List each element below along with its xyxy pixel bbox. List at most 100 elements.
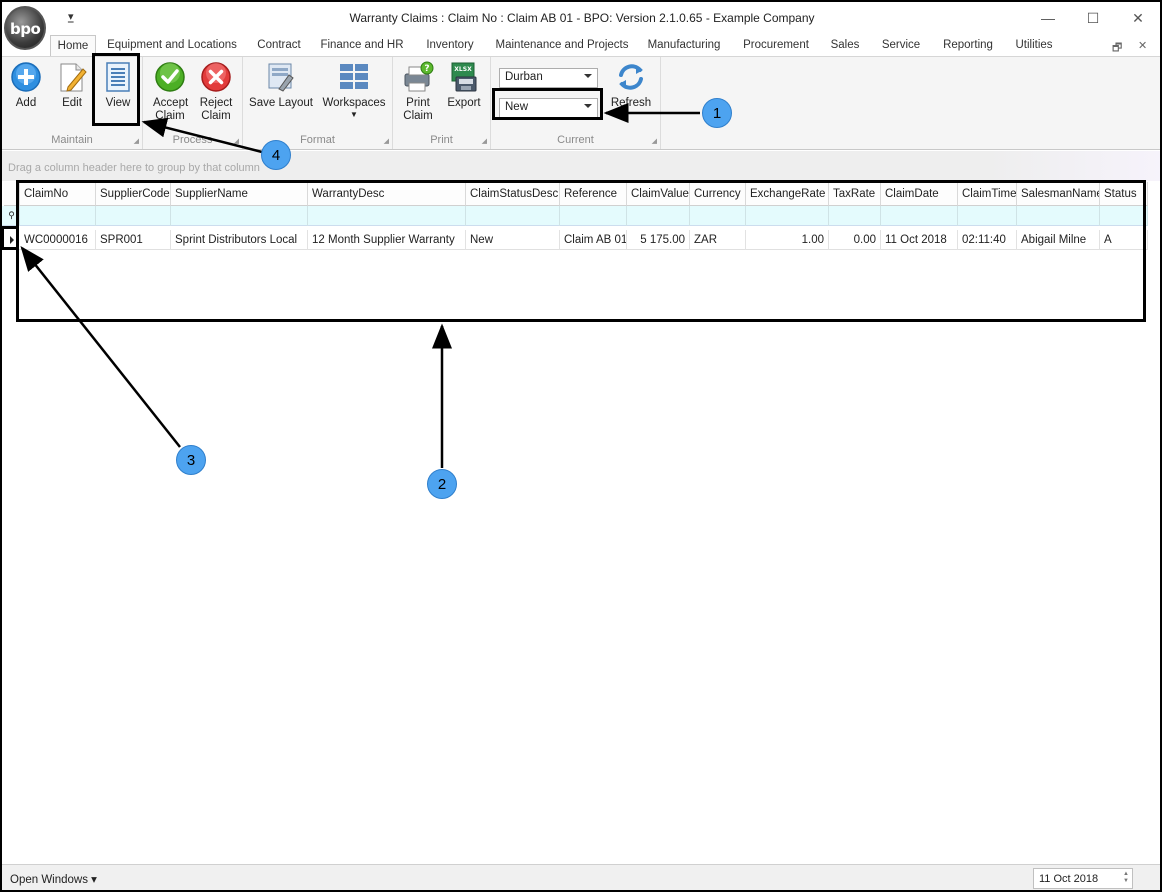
group-by-panel[interactable]: Drag a column header here to group by th…: [2, 151, 1160, 181]
save-layout-button[interactable]: Save Layout: [249, 61, 313, 110]
save-layout-label: Save Layout: [249, 97, 313, 109]
print-claim-button[interactable]: ? Print Claim: [397, 61, 439, 123]
column-header-reference[interactable]: Reference: [560, 182, 627, 206]
cell-status[interactable]: A: [1100, 230, 1148, 250]
column-header-suppliername[interactable]: SupplierName: [171, 182, 308, 206]
cell-claimdate[interactable]: 11 Oct 2018: [881, 230, 958, 250]
cell-salesmanname[interactable]: Abigail Milne: [1017, 230, 1100, 250]
filter-cell[interactable]: [1017, 206, 1100, 226]
tab-reporting[interactable]: Reporting: [936, 38, 1000, 57]
column-header-claimdate[interactable]: ClaimDate: [881, 182, 958, 206]
cell-exchangerate[interactable]: 1.00: [746, 230, 829, 250]
open-windows-button[interactable]: Open Windows ▾: [10, 872, 97, 886]
group-label-maintain: Maintain: [51, 134, 93, 146]
maintain-launcher-icon[interactable]: ◢: [134, 137, 139, 145]
column-header-salesmanname[interactable]: SalesmanName: [1017, 182, 1100, 206]
view-button[interactable]: View: [98, 61, 138, 110]
cell-reference[interactable]: Claim AB 01: [560, 230, 627, 250]
filter-cell[interactable]: [829, 206, 881, 226]
export-label: Export: [447, 97, 481, 109]
column-header-taxrate[interactable]: TaxRate: [829, 182, 881, 206]
filter-cell[interactable]: [627, 206, 690, 226]
cell-warrantydesc[interactable]: 12 Month Supplier Warranty: [308, 230, 466, 250]
view-label: View: [105, 97, 131, 109]
row-indicator[interactable]: [4, 230, 18, 250]
close-icon[interactable]: ✕: [1125, 8, 1151, 28]
xlsx-badge: XLSX: [454, 66, 472, 73]
column-header-claimvalue[interactable]: ClaimValue: [627, 182, 690, 206]
reject-claim-label: Reject Claim: [199, 97, 233, 122]
close-document-icon[interactable]: ✕: [1138, 39, 1147, 52]
export-button[interactable]: XLSX Export: [443, 61, 485, 110]
tab-manufacturing[interactable]: Manufacturing: [640, 38, 728, 57]
filter-cell[interactable]: [96, 206, 171, 226]
tab-equipment-and-locations[interactable]: Equipment and Locations: [102, 38, 242, 57]
workspaces-button[interactable]: Workspaces ▼: [321, 61, 387, 120]
refresh-icon: [619, 64, 643, 90]
filter-cell[interactable]: [560, 206, 627, 226]
print-icon: ?: [404, 61, 434, 92]
cell-suppliercode[interactable]: SPR001: [96, 230, 171, 250]
auto-filter-row[interactable]: ⚲: [2, 206, 1148, 226]
cell-claimno[interactable]: WC0000016: [20, 230, 96, 250]
site-dropdown[interactable]: Durban: [499, 68, 598, 88]
reject-x-icon: [201, 62, 231, 92]
add-button[interactable]: Add: [6, 61, 46, 110]
filter-cell[interactable]: [1100, 206, 1148, 226]
filter-cell[interactable]: [308, 206, 466, 226]
refresh-button[interactable]: Refresh: [607, 61, 655, 110]
cell-taxrate[interactable]: 0.00: [829, 230, 881, 250]
filter-cell[interactable]: [690, 206, 746, 226]
edit-button[interactable]: Edit: [51, 61, 93, 110]
filter-cell[interactable]: [20, 206, 96, 226]
add-label: Add: [15, 97, 37, 109]
cell-claimstatusdesc[interactable]: New: [466, 230, 560, 250]
filter-cell[interactable]: [746, 206, 829, 226]
cell-claimtime[interactable]: 02:11:40: [958, 230, 1017, 250]
callout-badge-3: 3: [176, 445, 206, 475]
system-date-field[interactable]: 11 Oct 2018 ▲ ▼: [1033, 868, 1133, 889]
accept-claim-button[interactable]: Accept Claim: [149, 61, 191, 123]
tab-procurement[interactable]: Procurement: [736, 38, 816, 57]
column-header-claimstatusdesc[interactable]: ClaimStatusDesc: [466, 182, 560, 206]
group-print: ? Print Claim XLSX Export Print ◢: [393, 57, 491, 149]
column-header-warrantydesc[interactable]: WarrantyDesc: [308, 182, 466, 206]
spin-arrows-icon[interactable]: ▲ ▼: [1123, 871, 1129, 885]
tab-inventory[interactable]: Inventory: [416, 38, 484, 57]
column-header-suppliercode[interactable]: SupplierCode: [96, 182, 171, 206]
column-header-currency[interactable]: Currency: [690, 182, 746, 206]
table-row[interactable]: WC0000016 SPR001 Sprint Distributors Loc…: [2, 230, 1148, 250]
site-dropdown-value: Durban: [505, 71, 543, 83]
minimize-icon[interactable]: —: [1035, 8, 1061, 28]
format-launcher-icon[interactable]: ◢: [384, 137, 389, 145]
current-launcher-icon[interactable]: ◢: [652, 137, 657, 145]
process-launcher-icon[interactable]: ◢: [234, 137, 239, 145]
tab-home[interactable]: Home: [50, 35, 96, 57]
edit-icon: [60, 63, 87, 92]
cell-currency[interactable]: ZAR: [690, 230, 746, 250]
app-logo[interactable]: bpo: [4, 6, 46, 50]
filter-cell[interactable]: [466, 206, 560, 226]
filter-cell[interactable]: [958, 206, 1017, 226]
filter-cell[interactable]: [171, 206, 308, 226]
tab-sales[interactable]: Sales: [824, 38, 866, 57]
tab-contract[interactable]: Contract: [250, 38, 308, 57]
column-header-status[interactable]: Status: [1100, 182, 1148, 206]
column-header-claimno[interactable]: ClaimNo: [20, 182, 96, 206]
accept-check-icon: [155, 62, 185, 92]
chevron-down-icon: [584, 104, 592, 108]
filter-cell[interactable]: [881, 206, 958, 226]
cell-claimvalue[interactable]: 5 175.00: [627, 230, 690, 250]
tab-utilities[interactable]: Utilities: [1008, 38, 1060, 57]
export-xlsx-icon: XLSX: [451, 62, 477, 92]
tab-maintenance-and-projects[interactable]: Maintenance and Projects: [492, 38, 632, 57]
tab-service[interactable]: Service: [874, 38, 928, 57]
maximize-icon[interactable]: ☐: [1080, 8, 1106, 28]
column-header-claimtime[interactable]: ClaimTime: [958, 182, 1017, 206]
print-launcher-icon[interactable]: ◢: [482, 137, 487, 145]
status-dropdown[interactable]: New: [499, 98, 598, 118]
column-header-exchangerate[interactable]: ExchangeRate: [746, 182, 829, 206]
cell-suppliername[interactable]: Sprint Distributors Local: [171, 230, 308, 250]
tab-finance-and-hr[interactable]: Finance and HR: [316, 38, 408, 57]
reject-claim-button[interactable]: Reject Claim: [195, 61, 237, 123]
